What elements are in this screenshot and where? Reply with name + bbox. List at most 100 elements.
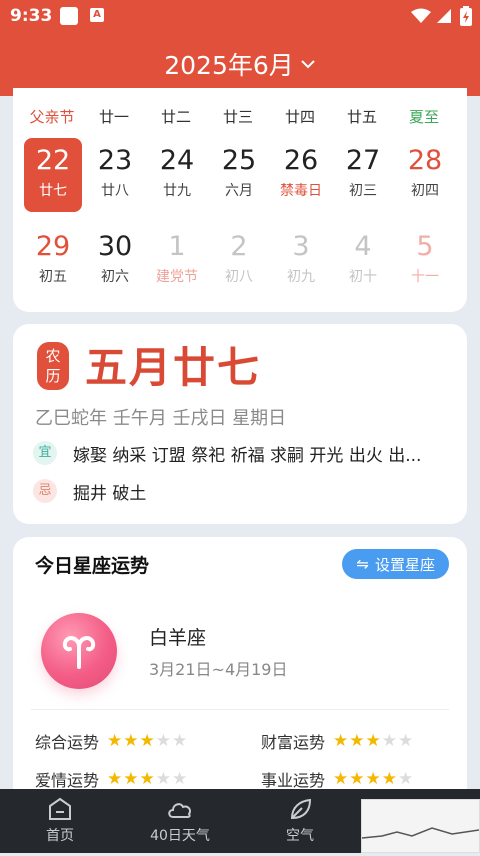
month-title: 2025年6月: [164, 51, 294, 80]
tab-air[interactable]: 空气: [250, 789, 350, 853]
star-rating: ★★★★★: [333, 731, 414, 751]
calendar-card: 父亲节 廿一 廿二 廿三 廿四 廿五 夏至 22 廿七 23 廿八 24 廿九 …: [13, 88, 467, 312]
month-selector[interactable]: 2025年6月: [0, 32, 480, 96]
a-notification-icon: A: [90, 8, 104, 22]
notification-icon: [60, 7, 78, 25]
aries-icon[interactable]: [41, 613, 117, 689]
day-number: 4: [354, 231, 372, 262]
ji-text: 掘井 破土: [73, 483, 147, 504]
lunar-date-title: 五月廿七: [85, 343, 262, 392]
tab-label: 40日天气: [150, 828, 210, 844]
day-lunar: 初三: [349, 183, 377, 199]
tab-label: 首页: [46, 828, 74, 844]
day-lunar: 十一: [411, 269, 439, 285]
day-number: 29: [35, 231, 71, 262]
calendar-day-next-month[interactable]: 2 初八: [210, 224, 268, 298]
star-empty-icon: ★: [381, 731, 398, 751]
zodiac-name: 白羊座: [149, 627, 207, 649]
day-number: 1: [168, 231, 186, 262]
calendar-day-weekend[interactable]: 28 初四: [396, 138, 454, 212]
fortune-label: 综合运势: [35, 733, 100, 752]
yi-row: 宜 嫁娶 纳采 订盟 祭祀 祈福 求嗣 开光 出火 出...: [33, 440, 453, 466]
calendar-day[interactable]: 25 六月: [210, 138, 268, 212]
day-number: 23: [97, 145, 133, 176]
wifi-icon: [411, 8, 431, 23]
tab-label: 空气: [286, 828, 314, 844]
calendar-day-next-month[interactable]: 1 建党节: [148, 224, 206, 298]
weather-preview-thumbnail[interactable]: [361, 799, 480, 853]
star-filled-icon: ★: [333, 731, 349, 751]
lunar-label: 廿四: [284, 108, 315, 126]
divider: [31, 709, 449, 710]
day-lunar: 廿八: [101, 183, 129, 199]
calendar-festival-row: 父亲节 廿一 廿二 廿三 廿四 廿五 夏至: [13, 106, 467, 126]
lunar-card[interactable]: 农 历 五月廿七 乙巳蛇年 壬午月 壬戌日 星期日 宜 嫁娶 纳采 订盟 祭祀 …: [13, 324, 467, 524]
calendar-day-selected[interactable]: 22 廿七: [24, 138, 82, 212]
star-empty-icon: ★: [172, 769, 188, 789]
battery-icon: [460, 6, 472, 26]
star-filled-icon: ★: [123, 731, 139, 751]
festival-label: 父亲节: [29, 108, 75, 126]
calendar-day[interactable]: 24 廿九: [148, 138, 206, 212]
fortune-love: 爱情运势 ★★★★★: [35, 767, 188, 791]
day-number: 25: [221, 145, 257, 176]
day-lunar: 六月: [225, 183, 253, 199]
calendar-day-weekend[interactable]: 29 初五: [24, 224, 82, 298]
tab-40day-weather[interactable]: 40日天气: [130, 789, 230, 853]
calendar-day[interactable]: 27 初三: [334, 138, 392, 212]
calendar-day-next-month[interactable]: 3 初九: [272, 224, 330, 298]
calendar-day-next-month[interactable]: 4 初十: [334, 224, 392, 298]
calendar-day[interactable]: 30 初六: [86, 224, 144, 298]
fortune-label: 事业运势: [261, 771, 326, 790]
home-icon: [49, 797, 71, 820]
star-empty-icon: ★: [398, 731, 414, 751]
ji-badge: 忌: [33, 479, 57, 503]
day-lunar: 初十: [349, 269, 377, 285]
star-empty-icon: ★: [155, 731, 172, 751]
mountain-line-graphic: [361, 827, 480, 839]
set-zodiac-button[interactable]: ⇋ 设置星座: [342, 549, 449, 579]
day-lunar: 初九: [287, 269, 315, 285]
leaf-icon: [290, 798, 312, 820]
status-time: 9:33: [10, 6, 53, 26]
ji-row: 忌 掘井 破土: [33, 478, 453, 504]
day-festival: 禁毒日: [280, 183, 322, 199]
calendar-day[interactable]: 23 廿八: [86, 138, 144, 212]
set-zodiac-label: 设置星座: [374, 555, 435, 574]
tab-home[interactable]: 首页: [10, 789, 110, 853]
star-empty-icon: ★: [155, 769, 172, 789]
star-filled-icon: ★: [139, 769, 155, 789]
day-lunar: 初五: [39, 269, 67, 285]
solar-term-label: 夏至: [408, 108, 439, 126]
star-filled-icon: ★: [107, 731, 123, 751]
star-filled-icon: ★: [139, 731, 155, 751]
day-number: 30: [97, 231, 133, 262]
star-empty-icon: ★: [172, 731, 188, 751]
lunar-label: 廿一: [98, 108, 129, 126]
status-bar: 9:33 A: [0, 0, 480, 32]
ganzhi-text: 乙巳蛇年 壬午月 壬戌日 星期日: [35, 408, 287, 429]
badge-char: 农: [45, 347, 61, 365]
calendar-day[interactable]: 26 禁毒日: [272, 138, 330, 212]
yi-badge: 宜: [33, 441, 57, 465]
day-lunar: 初四: [411, 183, 439, 199]
day-number: 3: [292, 231, 310, 262]
day-lunar: 廿七: [39, 183, 67, 199]
cloud-icon: [168, 803, 192, 818]
badge-char: 历: [45, 367, 61, 385]
day-festival: 建党节: [156, 269, 198, 285]
star-filled-icon: ★: [365, 731, 381, 751]
fortune-label: 财富运势: [261, 733, 326, 752]
fortune-career: 事业运势 ★★★★★: [261, 767, 414, 791]
day-number: 27: [345, 145, 381, 176]
signal-icon: [437, 9, 451, 23]
star-rating: ★★★★★: [333, 769, 414, 789]
star-rating: ★★★★★: [107, 769, 188, 789]
day-number: 22: [35, 145, 71, 176]
lunar-label: 廿五: [346, 108, 377, 126]
horoscope-title: 今日星座运势: [35, 555, 150, 577]
day-lunar: 廿九: [163, 183, 191, 199]
star-filled-icon: ★: [349, 769, 365, 789]
fortune-label: 爱情运势: [35, 771, 100, 790]
calendar-day-next-month[interactable]: 5 十一: [396, 224, 454, 298]
